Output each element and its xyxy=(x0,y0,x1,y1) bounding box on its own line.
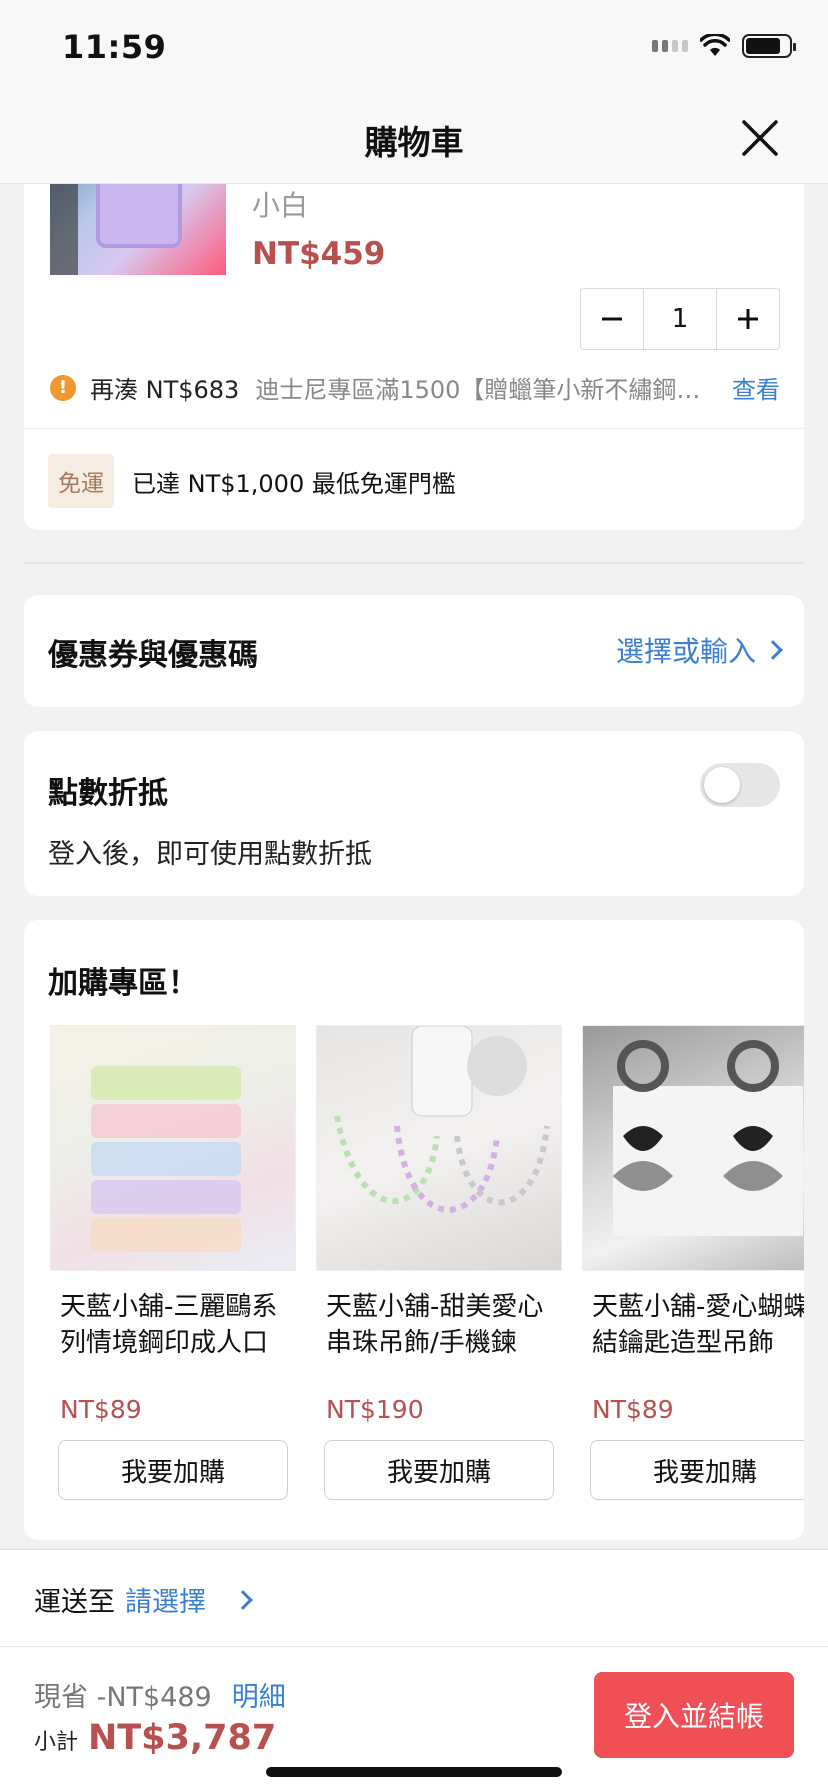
addon-price: NT$190 xyxy=(326,1395,424,1424)
warning-icon: ! xyxy=(50,374,76,401)
increase-quantity-button[interactable] xyxy=(717,289,779,349)
shipping-row[interactable]: 運送至 請選擇 xyxy=(34,1580,253,1619)
detail-link[interactable]: 明細 xyxy=(232,1675,286,1714)
addon-image[interactable] xyxy=(50,1025,296,1271)
divider xyxy=(0,1646,828,1647)
close-icon[interactable] xyxy=(740,118,780,158)
home-indicator[interactable] xyxy=(266,1767,562,1777)
coupon-select-label: 選擇或輸入 xyxy=(615,635,756,668)
addon-price: NT$89 xyxy=(60,1395,142,1424)
savings-row: 現省 -NT$489 明細 xyxy=(34,1675,286,1714)
free-shipping-text: 已達 NT$1,000 最低免運門檻 xyxy=(132,469,456,498)
product-price: NT$459 xyxy=(252,236,386,272)
decrease-quantity-button[interactable] xyxy=(581,289,643,349)
divider xyxy=(24,428,804,429)
addon-name[interactable]: 天藍小舖-三麗鷗系列情境鋼印成人口罩 xyxy=(50,1289,296,1361)
points-card xyxy=(24,731,804,896)
addon-item[interactable]: 天藍小舖-甜美愛心串珠吊飾/手機鍊 NT$190 我要加購 xyxy=(316,1025,562,1500)
promo-description: 迪士尼專區滿1500【贈蠟筆小新不繡鋼保溫瓶】 xyxy=(255,376,708,404)
status-icons xyxy=(652,34,796,58)
addon-image[interactable] xyxy=(316,1025,562,1271)
addon-name[interactable]: 天藍小舖-愛心蝴蝶結鑰匙造型吊飾 xyxy=(582,1289,804,1361)
points-toggle[interactable] xyxy=(700,763,780,807)
points-title: 點數折抵 xyxy=(48,776,168,811)
minus-icon xyxy=(602,317,622,321)
status-time: 11:59 xyxy=(62,28,167,66)
quantity-value[interactable]: 1 xyxy=(643,289,717,349)
addon-image[interactable] xyxy=(582,1025,804,1271)
wifi-icon xyxy=(700,34,730,56)
add-on-button[interactable]: 我要加購 xyxy=(590,1440,804,1500)
subtotal-value: NT$3,787 xyxy=(88,1718,277,1758)
subtotal-row: 小計 NT$3,787 xyxy=(34,1718,276,1758)
add-on-button[interactable]: 我要加購 xyxy=(58,1440,288,1500)
plus-icon xyxy=(738,309,758,329)
product-variant: 小白 xyxy=(252,189,309,222)
free-shipping-badge: 免運 xyxy=(48,454,114,508)
points-subtitle: 登入後，即可使用點數折抵 xyxy=(48,839,372,870)
chevron-right-icon xyxy=(233,1589,253,1610)
addon-price: NT$89 xyxy=(592,1395,674,1424)
addon-title: 加購專區！ xyxy=(48,966,198,1001)
shipping-label: 運送至 xyxy=(34,1587,115,1618)
chevron-right-icon xyxy=(763,640,783,660)
section-divider xyxy=(24,562,804,564)
quantity-stepper: 1 xyxy=(580,288,780,350)
addon-item[interactable]: 天藍小舖-愛心蝴蝶結鑰匙造型吊飾 NT$89 我要加購 xyxy=(582,1025,804,1500)
coupon-select-link[interactable]: 選擇或輸入 xyxy=(615,630,783,670)
battery-icon xyxy=(742,34,796,58)
addon-list[interactable]: 天藍小舖-三麗鷗系列情境鋼印成人口罩 NT$89 我要加購 天藍小舖-甜美愛心串… xyxy=(50,1025,804,1515)
coupon-title: 優惠券與優惠碼 xyxy=(48,638,258,673)
page-title: 購物車 xyxy=(364,123,464,162)
shipping-select[interactable]: 請選擇 xyxy=(125,1580,206,1619)
promo-view-link[interactable]: 查看 xyxy=(732,370,780,405)
addon-name[interactable]: 天藍小舖-甜美愛心串珠吊飾/手機鍊 xyxy=(316,1289,562,1361)
promo-row: ! 再湊 NT$683 迪士尼專區滿1500【贈蠟筆小新不繡鋼保溫瓶】 查看 xyxy=(50,370,780,405)
checkout-button[interactable]: 登入並結帳 xyxy=(594,1672,794,1758)
add-on-button[interactable]: 我要加購 xyxy=(324,1440,554,1500)
addon-item[interactable]: 天藍小舖-三麗鷗系列情境鋼印成人口罩 NT$89 我要加購 xyxy=(50,1025,296,1500)
promo-amount: 再湊 NT$683 xyxy=(90,376,240,404)
savings-text: 現省 -NT$489 xyxy=(34,1682,212,1713)
subtotal-label: 小計 xyxy=(34,1730,79,1755)
free-shipping-row: 免運 已達 NT$1,000 最低免運門檻 xyxy=(48,454,456,508)
top-bar: 11:59 購物車 xyxy=(0,0,828,184)
signal-icon xyxy=(652,40,688,52)
